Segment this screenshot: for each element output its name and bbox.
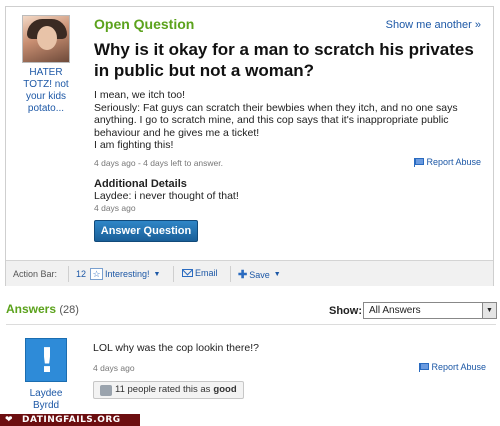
flag-icon <box>419 362 430 372</box>
answer-report-abuse-link[interactable]: Report Abuse <box>419 362 486 372</box>
report-abuse-link[interactable]: Report Abuse <box>414 157 481 167</box>
action-bar-divider <box>173 266 174 282</box>
report-abuse-label: Report Abuse <box>426 157 481 167</box>
show-filter-value: All Answers <box>369 305 421 316</box>
answerer-avatar[interactable]: ! <box>25 338 67 382</box>
interesting-count: 12 <box>76 269 87 279</box>
question-title: Why is it okay for a man to scratch his … <box>94 40 474 80</box>
answerer-name[interactable]: Laydee Byrdd <box>18 388 74 412</box>
chevron-down-icon: ▼ <box>482 303 496 318</box>
answer-question-button[interactable]: Answer Question <box>94 220 198 242</box>
watermark-text: DATINGFAILS.ORG <box>22 415 121 425</box>
asker-avatar[interactable] <box>22 15 70 63</box>
interesting-label: Interesting! <box>105 269 150 279</box>
answers-heading: Answers (28) <box>6 302 79 316</box>
save-label: Save <box>249 269 270 280</box>
chevron-down-icon: ▼ <box>153 270 161 278</box>
answer-meta: 4 days ago <box>93 363 135 373</box>
email-button[interactable]: Email <box>182 268 218 278</box>
question-meta: 4 days ago - 4 days left to answer. <box>94 158 223 168</box>
show-another-link[interactable]: Show me another » <box>386 19 481 31</box>
additional-details-meta: 4 days ago <box>94 203 136 213</box>
rating-word: good <box>213 384 237 395</box>
answers-divider <box>6 324 496 325</box>
answer-text: LOL why was the cop lookin there!? <box>93 342 259 354</box>
thumbs-up-icon <box>100 384 112 396</box>
question-panel: HATER TOTZ! not your kids potato... Open… <box>5 6 494 286</box>
additional-details-heading: Additional Details <box>94 178 187 190</box>
asker-name[interactable]: HATER TOTZ! not your kids potato... <box>16 67 76 115</box>
exclamation-icon: ! <box>39 341 55 381</box>
question-body: I mean, we itch too! Seriously: Fat guys… <box>94 89 474 152</box>
action-bar-label: Action Bar: <box>13 269 58 279</box>
flag-icon <box>414 157 425 167</box>
answers-count: (28) <box>59 304 79 316</box>
chevron-down-icon: ▼ <box>273 271 281 278</box>
action-bar-divider <box>230 266 231 282</box>
answer-rating: 11 people rated this as good <box>93 381 244 399</box>
question-status-label: Open Question <box>94 16 195 32</box>
email-label: Email <box>195 268 218 278</box>
show-filter-label: Show: <box>329 305 362 317</box>
question-body-line: I am fighting this! <box>94 139 174 151</box>
action-bar: Action Bar: 12 ☆ Interesting! ▼ Email ✚ … <box>6 260 493 286</box>
plus-icon: ✚ <box>238 269 248 281</box>
rating-text: 11 people rated this as <box>115 384 211 395</box>
mail-icon <box>182 269 193 277</box>
save-button[interactable]: ✚ Save ▼ <box>238 268 281 281</box>
show-filter-select[interactable]: All Answers ▼ <box>363 302 497 319</box>
heart-icon: ❤ <box>5 414 13 424</box>
report-abuse-label: Report Abuse <box>431 362 486 372</box>
question-body-line: Seriously: Fat guys can scratch their be… <box>94 101 458 139</box>
avatar-face <box>37 26 57 50</box>
action-bar-divider <box>68 266 69 282</box>
question-body-line: I mean, we itch too! <box>94 89 186 101</box>
additional-details-text: Laydee: i never thought of that! <box>94 190 239 202</box>
answers-heading-label: Answers <box>6 302 57 316</box>
interesting-button[interactable]: ☆ Interesting! ▼ <box>90 268 160 280</box>
star-icon: ☆ <box>90 268 103 280</box>
